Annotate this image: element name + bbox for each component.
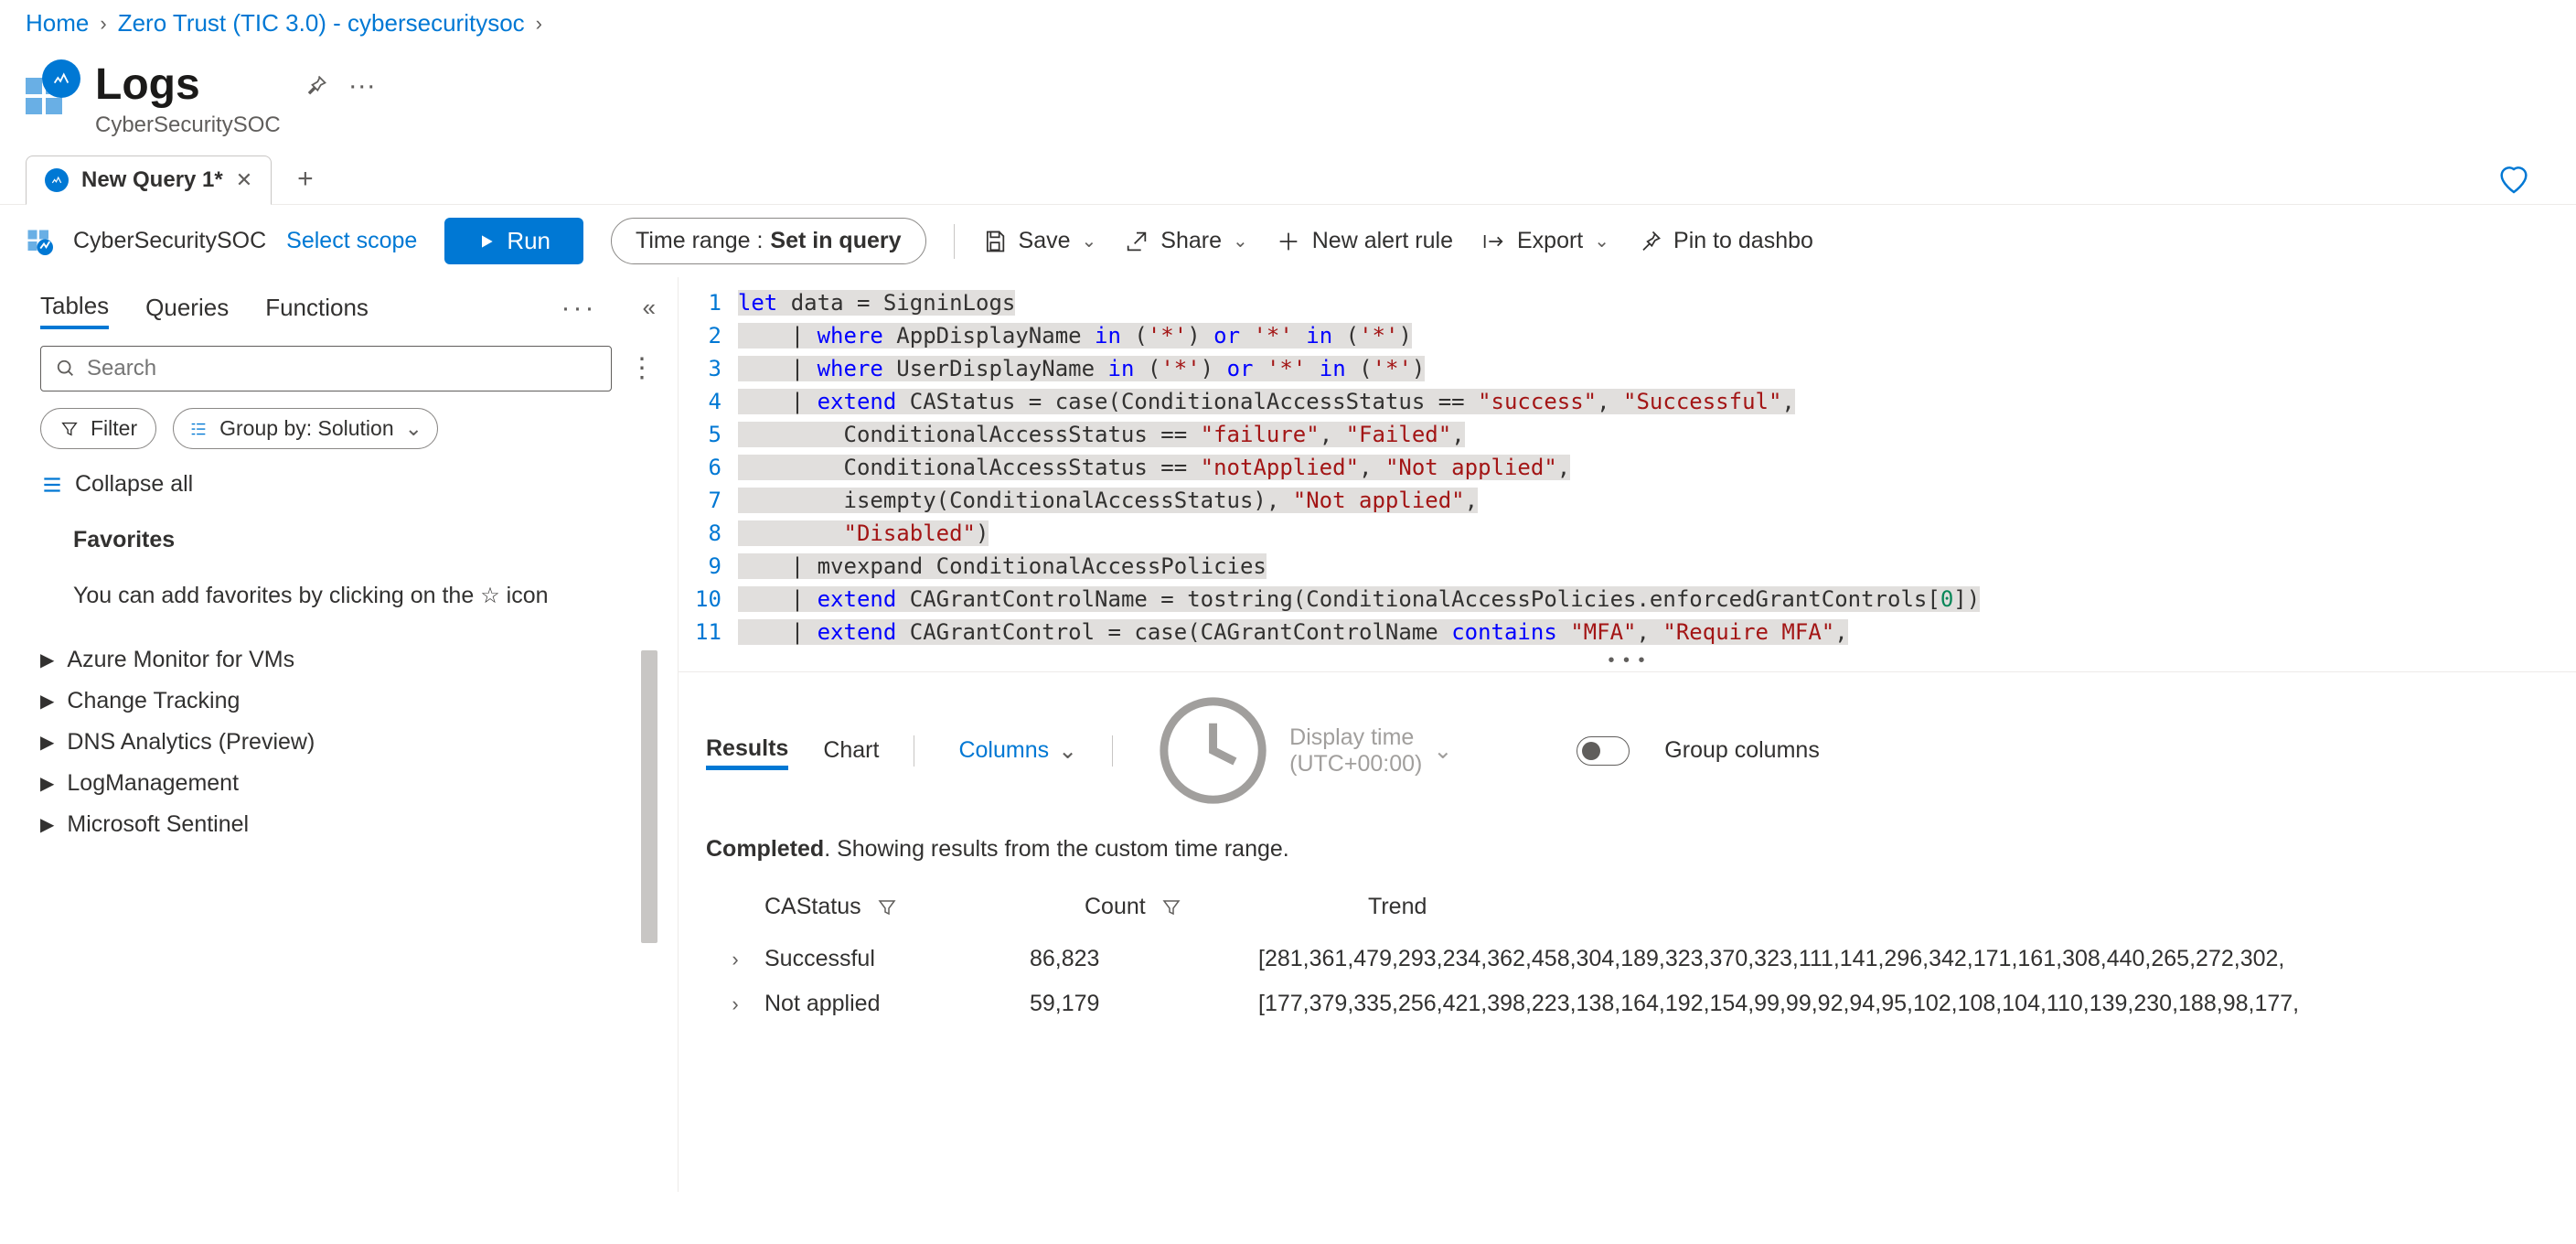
collapse-panel-icon[interactable]: «	[643, 294, 656, 322]
more-icon[interactable]: ···	[348, 70, 376, 102]
favorites-hint: You can add favorites by clicking on the…	[40, 577, 656, 614]
chevron-right-icon[interactable]: ›	[706, 992, 764, 1016]
columns-button[interactable]: Columns⌄	[949, 737, 1077, 765]
tree-item[interactable]: ▶LogManagement	[40, 770, 656, 797]
search-icon	[56, 359, 76, 379]
separator	[1112, 735, 1113, 767]
sidebar: Tables Queries Functions ··· « ⋮ Filter …	[0, 277, 679, 1192]
group-columns-label: Group columns	[1664, 737, 1820, 764]
filter-icon[interactable]	[876, 896, 898, 918]
tab-results[interactable]: Results	[706, 732, 788, 770]
share-button[interactable]: Share⌄	[1124, 228, 1247, 254]
page-subtitle: CyberSecuritySOC	[95, 113, 281, 138]
chevron-right-icon: ▶	[40, 813, 54, 836]
breadcrumb-item[interactable]: Zero Trust (TIC 3.0) - cybersecuritysoc	[118, 9, 525, 38]
chevron-right-icon: ▶	[40, 731, 54, 754]
blade-header: Logs CyberSecuritySOC ···	[0, 47, 2576, 155]
chevron-right-icon: ▶	[40, 690, 54, 713]
table-row[interactable]: › Successful 86,823 [281,361,479,293,234…	[706, 937, 2549, 981]
cell-trend: [177,379,335,256,421,398,223,138,164,192…	[1258, 991, 2549, 1017]
results-toolbar: Results Chart Columns⌄ Display time (UTC…	[679, 671, 2576, 829]
filter-icon	[59, 419, 80, 439]
tab-queries[interactable]: Queries	[145, 288, 229, 327]
tree-item[interactable]: ▶DNS Analytics (Preview)	[40, 729, 656, 756]
group-icon	[188, 419, 208, 439]
line-gutter: 1234567891011	[679, 286, 738, 649]
column-header-castatus[interactable]: CAStatus	[764, 894, 1030, 920]
display-time-button[interactable]: Display time (UTC+00:00)⌄	[1148, 685, 1452, 816]
groupby-button[interactable]: Group by: Solution ⌄	[173, 408, 438, 449]
star-icon: ☆	[480, 584, 500, 608]
tree-item[interactable]: ▶Azure Monitor for VMs	[40, 647, 656, 673]
pin-to-dashboard-button[interactable]: Pin to dashbo	[1637, 228, 1813, 254]
search-input[interactable]	[40, 346, 612, 391]
breadcrumb: Home › Zero Trust (TIC 3.0) - cybersecur…	[0, 0, 2576, 47]
editor-ellipsis-icon[interactable]: • • •	[679, 650, 2576, 671]
chevron-right-icon: ▶	[40, 772, 54, 795]
new-alert-button[interactable]: New alert rule	[1276, 228, 1453, 254]
collapse-all-button[interactable]: Collapse all	[40, 466, 656, 503]
more-icon[interactable]: ···	[561, 293, 597, 324]
favorite-icon[interactable]	[2496, 160, 2550, 199]
table-row[interactable]: › Not applied 59,179 [177,379,335,256,42…	[706, 981, 2549, 1026]
select-scope-link[interactable]: Select scope	[286, 228, 417, 254]
query-tab[interactable]: New Query 1* ✕	[26, 156, 272, 205]
filter-icon[interactable]	[1160, 896, 1182, 918]
code-content[interactable]: let data = SigninLogs | where AppDisplay…	[738, 286, 2576, 649]
export-button[interactable]: Export⌄	[1480, 228, 1609, 254]
page-title: Logs	[95, 63, 281, 107]
query-editor[interactable]: 1234567891011 let data = SigninLogs | wh…	[679, 277, 2576, 658]
workspace-icon	[45, 168, 69, 192]
tab-functions[interactable]: Functions	[265, 288, 369, 327]
query-tabs-row: New Query 1* ✕ +	[0, 155, 2576, 205]
pin-icon[interactable]	[303, 73, 328, 99]
results-grid: CAStatus Count Trend › Successful 86,823…	[679, 870, 2576, 1041]
workspace-icon	[26, 228, 53, 255]
logs-icon	[26, 63, 77, 114]
scrollbar[interactable]	[641, 650, 657, 943]
add-tab-button[interactable]: +	[288, 164, 323, 195]
tree-item[interactable]: ▶Microsoft Sentinel	[40, 811, 656, 838]
collapse-icon	[40, 473, 64, 497]
status-message: Completed. Showing results from the cust…	[679, 829, 2576, 870]
chevron-right-icon: ▶	[40, 649, 54, 671]
workspace-name: CyberSecuritySOC	[73, 228, 266, 254]
favorites-heading: Favorites	[40, 520, 656, 561]
filter-button[interactable]: Filter	[40, 408, 156, 449]
chevron-right-icon[interactable]: ›	[706, 948, 764, 971]
tab-tables[interactable]: Tables	[40, 286, 109, 329]
column-header-trend[interactable]: Trend	[1368, 894, 1427, 920]
clock-icon	[1148, 685, 1278, 816]
cell-castatus: Successful	[764, 946, 1030, 972]
run-button[interactable]: Run	[444, 218, 583, 264]
cell-castatus: Not applied	[764, 991, 1030, 1017]
column-header-count[interactable]: Count	[1085, 894, 1313, 920]
cell-count: 86,823	[1030, 946, 1258, 972]
search-field[interactable]	[87, 356, 596, 381]
chevron-right-icon: ›	[100, 12, 106, 36]
query-toolbar: CyberSecuritySOC Select scope Run Time r…	[0, 205, 2576, 277]
cell-trend: [281,361,479,293,234,362,458,304,189,323…	[1258, 946, 2549, 972]
save-button[interactable]: Save⌄	[982, 228, 1097, 254]
close-icon[interactable]: ✕	[236, 168, 252, 192]
tree-item[interactable]: ▶Change Tracking	[40, 688, 656, 714]
group-columns-toggle[interactable]	[1577, 736, 1630, 766]
breadcrumb-home[interactable]: Home	[26, 9, 89, 38]
more-icon[interactable]: ⋮	[628, 365, 656, 372]
cell-count: 59,179	[1030, 991, 1258, 1017]
time-range-picker[interactable]: Time range : Set in query	[611, 218, 926, 264]
tab-chart[interactable]: Chart	[823, 734, 879, 767]
separator	[954, 224, 955, 259]
tab-label: New Query 1*	[81, 167, 223, 193]
chevron-right-icon: ›	[536, 12, 542, 36]
